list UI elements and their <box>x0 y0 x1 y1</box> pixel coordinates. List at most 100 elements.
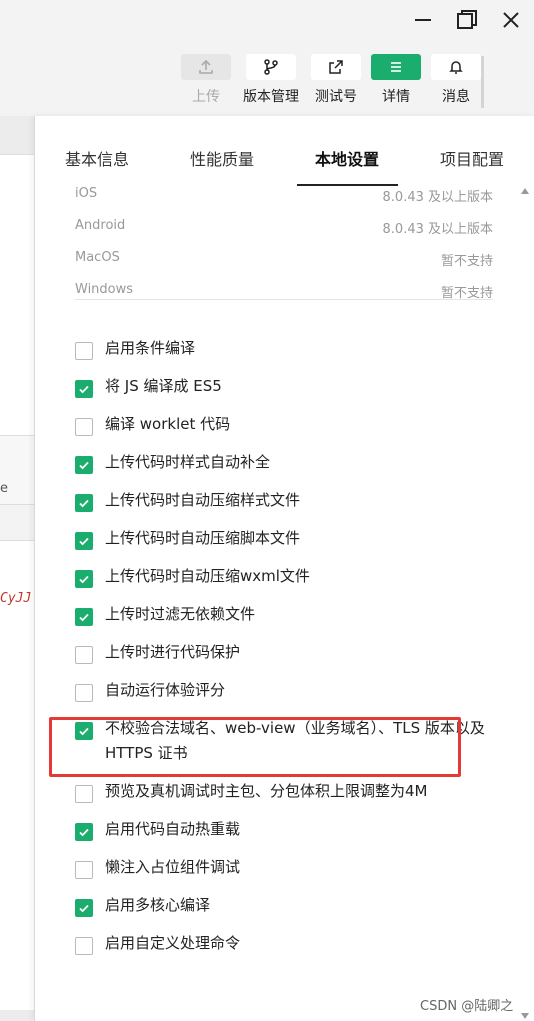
maximize-button[interactable] <box>455 8 479 32</box>
check-icon <box>79 537 89 546</box>
setting-option[interactable]: 上传时过滤无依赖文件 <box>75 602 515 627</box>
tab-basic-info[interactable]: 基本信息 <box>65 146 129 170</box>
library-row: iOS 8.0.43 及以上版本 <box>75 178 493 210</box>
setting-checkbox[interactable] <box>75 785 93 803</box>
library-row: Windows 暂不支持 <box>75 274 493 306</box>
test-account-button[interactable]: 测试号 <box>311 54 361 106</box>
setting-label: 启用条件编译 <box>105 339 196 357</box>
setting-option[interactable]: 上传代码时自动压缩样式文件 <box>75 488 515 513</box>
setting-option[interactable]: 启用条件编译 <box>75 336 515 361</box>
message-icon-box <box>431 54 481 80</box>
setting-option[interactable]: 上传代码时自动压缩wxml文件 <box>75 564 515 589</box>
minimize-button[interactable] <box>411 8 435 32</box>
setting-label: 懒注入占位组件调试 <box>105 858 241 876</box>
setting-label: 上传时过滤无依赖文件 <box>105 605 256 623</box>
test-label: 测试号 <box>315 89 357 105</box>
check-icon <box>79 727 89 736</box>
setting-option[interactable]: 预览及真机调试时主包、分包体积上限调整为4M <box>75 779 515 804</box>
setting-label: 预览及真机调试时主包、分包体积上限调整为4M <box>105 782 428 800</box>
setting-label: 上传代码时自动压缩wxml文件 <box>105 567 310 585</box>
minimize-icon <box>415 19 431 21</box>
platform-support: 暂不支持 <box>440 254 493 269</box>
library-row: MacOS 暂不支持 <box>75 242 493 274</box>
setting-option[interactable]: 启用代码自动热重载 <box>75 817 515 842</box>
close-button[interactable] <box>499 8 523 32</box>
setting-option[interactable]: 上传时进行代码保护 <box>75 640 515 665</box>
setting-checkbox[interactable] <box>75 722 93 740</box>
section-divider <box>75 299 493 300</box>
setting-checkbox[interactable] <box>75 342 93 360</box>
setting-label: 上传时进行代码保护 <box>105 643 241 661</box>
setting-checkbox[interactable] <box>75 456 93 474</box>
setting-label: 将 JS 编译成 ES5 <box>105 377 222 395</box>
check-icon <box>79 385 89 394</box>
check-icon <box>79 461 89 470</box>
tab-project-config[interactable]: 项目配置 <box>440 146 504 170</box>
setting-label: 启用多核心编译 <box>105 896 211 914</box>
setting-option[interactable]: 上传代码时自动压缩脚本文件 <box>75 526 515 551</box>
upload-label: 上传 <box>192 89 220 105</box>
panel-scrollbar[interactable] <box>519 186 531 1021</box>
setting-checkbox[interactable] <box>75 937 93 955</box>
check-icon <box>79 499 89 508</box>
setting-label: 上传代码时自动压缩样式文件 <box>105 491 301 509</box>
editor-text-fragment: e <box>0 481 8 496</box>
bell-icon <box>449 61 463 74</box>
setting-checkbox[interactable] <box>75 899 93 917</box>
setting-checkbox[interactable] <box>75 380 93 398</box>
upload-button[interactable]: 上传 <box>181 54 231 106</box>
check-icon <box>79 613 89 622</box>
setting-checkbox[interactable] <box>75 532 93 550</box>
version-manage-button[interactable]: 版本管理 <box>243 54 299 106</box>
setting-checkbox[interactable] <box>75 608 93 626</box>
setting-checkbox[interactable] <box>75 570 93 588</box>
editor-code-fragment: CyJJ <box>0 591 32 606</box>
upload-icon-box <box>181 54 231 80</box>
setting-checkbox[interactable] <box>75 823 93 841</box>
setting-label: 编译 worklet 代码 <box>105 415 231 433</box>
setting-checkbox[interactable] <box>75 418 93 436</box>
base-library-list: iOS 8.0.43 及以上版本 Android 8.0.43 及以上版本 MacOS 暂… <box>75 178 493 306</box>
tab-local-settings[interactable]: 本地设置 <box>315 146 379 170</box>
setting-option[interactable]: 启用多核心编译 <box>75 893 515 918</box>
restore-icon <box>457 10 477 29</box>
setting-option[interactable]: 启用自定义处理命令 <box>75 931 515 956</box>
setting-option[interactable]: 编译 worklet 代码 <box>75 412 515 437</box>
detail-label: 详情 <box>382 89 410 105</box>
editor-subheader-stripe <box>0 505 36 541</box>
toolbar-separator <box>481 56 484 108</box>
tab-performance[interactable]: 性能质量 <box>190 146 254 170</box>
watermark: CSDN @陆卿之 <box>420 999 514 1014</box>
test-icon-box <box>311 54 361 80</box>
setting-option[interactable]: 自动运行体验评分 <box>75 678 515 703</box>
check-icon <box>79 828 89 837</box>
platform-name: MacOS <box>75 250 120 265</box>
setting-label: 上传代码时样式自动补全 <box>105 453 271 471</box>
scroll-up-icon[interactable] <box>521 188 529 194</box>
menu-icon <box>391 62 401 72</box>
setting-checkbox[interactable] <box>75 494 93 512</box>
platform-name: Android <box>75 218 126 233</box>
main-toolbar: 上传 版本管理 测试号 详情 消息 <box>0 44 534 116</box>
setting-option[interactable]: 不校验合法域名、web-view（业务域名）、TLS 版本以及 HTTPS 证书 <box>75 716 515 766</box>
setting-label: 自动运行体验评分 <box>105 681 226 699</box>
setting-option[interactable]: 将 JS 编译成 ES5 <box>75 374 515 399</box>
detail-button[interactable]: 详情 <box>371 54 421 106</box>
platform-support: 8.0.43 及以上版本 <box>382 190 493 205</box>
detail-panel: 基本信息 性能质量 本地设置 项目配置 iOS 8.0.43 及以上版本 Andro… <box>34 116 534 1021</box>
version-icon-box <box>246 54 296 80</box>
check-icon <box>79 904 89 913</box>
library-row: Android 8.0.43 及以上版本 <box>75 210 493 242</box>
setting-label: 启用自定义处理命令 <box>105 934 241 952</box>
setting-option[interactable]: 懒注入占位组件调试 <box>75 855 515 880</box>
close-icon <box>503 12 519 28</box>
message-button[interactable]: 消息 <box>431 54 481 106</box>
external-link-icon <box>329 60 343 74</box>
setting-option[interactable]: 上传代码时样式自动补全 <box>75 450 515 475</box>
platform-name: iOS <box>75 186 98 201</box>
version-label: 版本管理 <box>243 89 299 105</box>
setting-checkbox[interactable] <box>75 684 93 702</box>
setting-checkbox[interactable] <box>75 646 93 664</box>
scroll-down-icon[interactable] <box>521 1013 529 1019</box>
setting-checkbox[interactable] <box>75 861 93 879</box>
